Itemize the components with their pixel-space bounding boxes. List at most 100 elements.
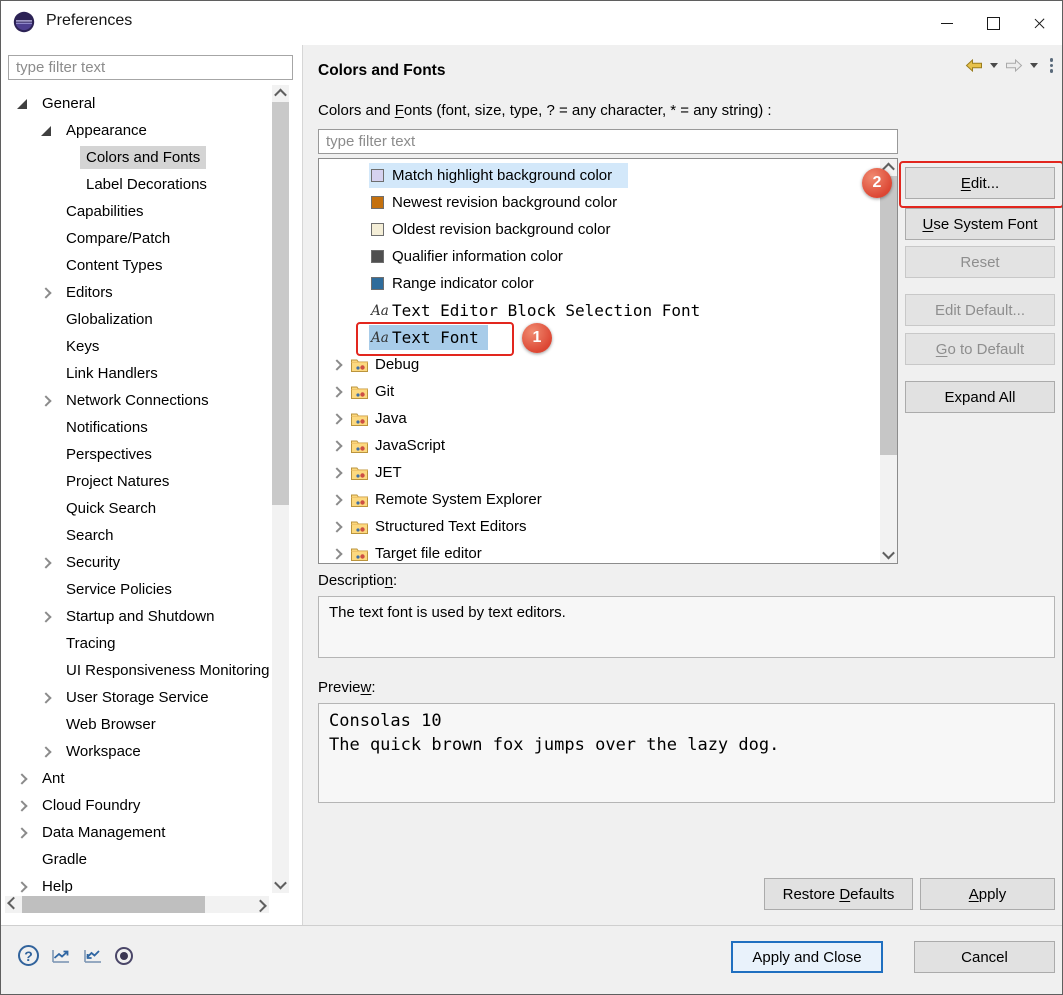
list-item-text-font[interactable]: AaText Font — [319, 324, 880, 351]
apply-and-close-button[interactable]: Apply and Close — [731, 941, 883, 973]
use-system-font-button[interactable]: Use System Font — [905, 208, 1055, 240]
sidebar-item-general[interactable]: General — [6, 90, 272, 117]
collapsed-chevron-icon[interactable] — [329, 492, 345, 508]
sidebar-item-tracing[interactable]: Tracing — [6, 630, 272, 657]
collapsed-chevron-icon[interactable] — [14, 771, 30, 787]
list-item-jet[interactable]: JET — [319, 459, 880, 486]
sidebar-filter-input[interactable] — [8, 55, 293, 80]
collapsed-chevron-icon[interactable] — [14, 879, 30, 894]
list-item-match-highlight-background-color[interactable]: Match highlight background color — [319, 162, 880, 189]
import-preferences-icon[interactable] — [83, 947, 103, 964]
collapsed-chevron-icon[interactable] — [38, 555, 54, 571]
sidebar-item-editors[interactable]: Editors — [6, 279, 272, 306]
list-item-java[interactable]: Java — [319, 405, 880, 432]
scroll-thumb[interactable] — [880, 176, 897, 455]
collapsed-chevron-icon[interactable] — [329, 357, 345, 373]
reset-button[interactable]: Reset — [905, 246, 1055, 278]
view-menu-icon[interactable] — [1050, 58, 1054, 73]
collapsed-chevron-icon[interactable] — [329, 384, 345, 400]
sidebar-item-capabilities[interactable]: Capabilities — [6, 198, 272, 225]
scroll-up-button[interactable] — [272, 85, 289, 102]
sidebar-item-globalization[interactable]: Globalization — [6, 306, 272, 333]
back-history-dropdown-icon[interactable] — [990, 63, 998, 72]
sidebar-item-ant[interactable]: Ant — [6, 765, 272, 792]
export-preferences-icon[interactable] — [51, 947, 71, 964]
sidebar-item-compare-patch[interactable]: Compare/Patch — [6, 225, 272, 252]
sidebar-vertical-scrollbar[interactable] — [272, 85, 289, 893]
list-item-git[interactable]: Git — [319, 378, 880, 405]
sidebar-item-search[interactable]: Search — [6, 522, 272, 549]
collapsed-chevron-icon[interactable] — [329, 411, 345, 427]
sidebar-item-appearance[interactable]: Appearance — [6, 117, 272, 144]
list-item-range-indicator-color[interactable]: Range indicator color — [319, 270, 880, 297]
minimize-button[interactable] — [924, 1, 970, 45]
expanded-chevron-icon[interactable] — [38, 123, 54, 139]
sidebar-item-label-decorations[interactable]: Label Decorations — [6, 171, 272, 198]
collapsed-chevron-icon[interactable] — [329, 465, 345, 481]
sidebar-item-ui-responsiveness-monitoring[interactable]: UI Responsiveness Monitoring — [6, 657, 272, 684]
scroll-right-button[interactable] — [252, 896, 269, 913]
sidebar-item-cloud-foundry[interactable]: Cloud Foundry — [6, 792, 272, 819]
sidebar-item-service-policies[interactable]: Service Policies — [6, 576, 272, 603]
sidebar-item-help[interactable]: Help — [6, 873, 272, 893]
collapsed-chevron-icon[interactable] — [329, 519, 345, 535]
collapsed-chevron-icon[interactable] — [38, 690, 54, 706]
list-filter-input[interactable] — [318, 129, 898, 154]
sidebar-item-perspectives[interactable]: Perspectives — [6, 441, 272, 468]
list-item-newest-revision-background-color[interactable]: Newest revision background color — [319, 189, 880, 216]
sidebar-item-notifications[interactable]: Notifications — [6, 414, 272, 441]
apply-button[interactable]: Apply — [920, 878, 1055, 910]
list-item-oldest-revision-background-color[interactable]: Oldest revision background color — [319, 216, 880, 243]
edit-default-button[interactable]: Edit Default... — [905, 294, 1055, 326]
collapsed-chevron-icon[interactable] — [14, 825, 30, 841]
expanded-chevron-icon[interactable] — [14, 96, 30, 112]
list-item-remote-system-explorer[interactable]: Remote System Explorer — [319, 486, 880, 513]
list-vertical-scrollbar[interactable] — [880, 159, 897, 563]
sidebar-item-web-browser[interactable]: Web Browser — [6, 711, 272, 738]
forward-icon[interactable] — [1005, 59, 1023, 72]
sidebar-item-security[interactable]: Security — [6, 549, 272, 576]
sidebar-item-keys[interactable]: Keys — [6, 333, 272, 360]
sidebar-item-startup-and-shutdown[interactable]: Startup and Shutdown — [6, 603, 272, 630]
sidebar-item-workspace[interactable]: Workspace — [6, 738, 272, 765]
expand-all-button[interactable]: Expand All — [905, 381, 1055, 413]
sidebar-item-quick-search[interactable]: Quick Search — [6, 495, 272, 522]
edit-button[interactable]: Edit... — [905, 167, 1055, 199]
sidebar-item-user-storage-service[interactable]: User Storage Service — [6, 684, 272, 711]
forward-history-dropdown-icon[interactable] — [1030, 63, 1038, 72]
sidebar-item-gradle[interactable]: Gradle — [6, 846, 272, 873]
collapsed-chevron-icon[interactable] — [38, 744, 54, 760]
scroll-thumb[interactable] — [22, 896, 205, 913]
back-icon[interactable] — [965, 59, 983, 72]
list-item-target-file-editor[interactable]: Target file editor — [319, 540, 880, 564]
list-item-javascript[interactable]: JavaScript — [319, 432, 880, 459]
restore-defaults-button[interactable]: Restore Defaults — [764, 878, 913, 910]
collapsed-chevron-icon[interactable] — [38, 393, 54, 409]
list-item-qualifier-information-color[interactable]: Qualifier information color — [319, 243, 880, 270]
collapsed-chevron-icon[interactable] — [329, 546, 345, 562]
help-icon[interactable]: ? — [18, 945, 39, 966]
scroll-left-button[interactable] — [5, 896, 22, 913]
maximize-button[interactable] — [970, 1, 1016, 45]
cancel-button[interactable]: Cancel — [914, 941, 1055, 973]
sidebar-item-colors-and-fonts[interactable]: Colors and Fonts — [6, 144, 272, 171]
list-item-structured-text-editors[interactable]: Structured Text Editors — [319, 513, 880, 540]
sidebar-item-link-handlers[interactable]: Link Handlers — [6, 360, 272, 387]
go-to-default-button[interactable]: Go to Default — [905, 333, 1055, 365]
scroll-thumb[interactable] — [272, 102, 289, 505]
collapsed-chevron-icon[interactable] — [38, 609, 54, 625]
close-button[interactable] — [1016, 1, 1062, 45]
sidebar-horizontal-scrollbar[interactable] — [5, 896, 269, 913]
sidebar-item-data-management[interactable]: Data Management — [6, 819, 272, 846]
collapsed-chevron-icon[interactable] — [329, 438, 345, 454]
scroll-down-button[interactable] — [272, 876, 289, 893]
list-item-text-editor-block-selection-font[interactable]: AaText Editor Block Selection Font — [319, 297, 880, 324]
collapsed-chevron-icon[interactable] — [14, 798, 30, 814]
list-item-debug[interactable]: Debug — [319, 351, 880, 378]
sidebar-item-content-types[interactable]: Content Types — [6, 252, 272, 279]
collapsed-chevron-icon[interactable] — [38, 285, 54, 301]
sidebar-item-network-connections[interactable]: Network Connections — [6, 387, 272, 414]
record-preferences-icon[interactable] — [115, 947, 133, 965]
scroll-down-button[interactable] — [880, 546, 897, 563]
sidebar-item-project-natures[interactable]: Project Natures — [6, 468, 272, 495]
